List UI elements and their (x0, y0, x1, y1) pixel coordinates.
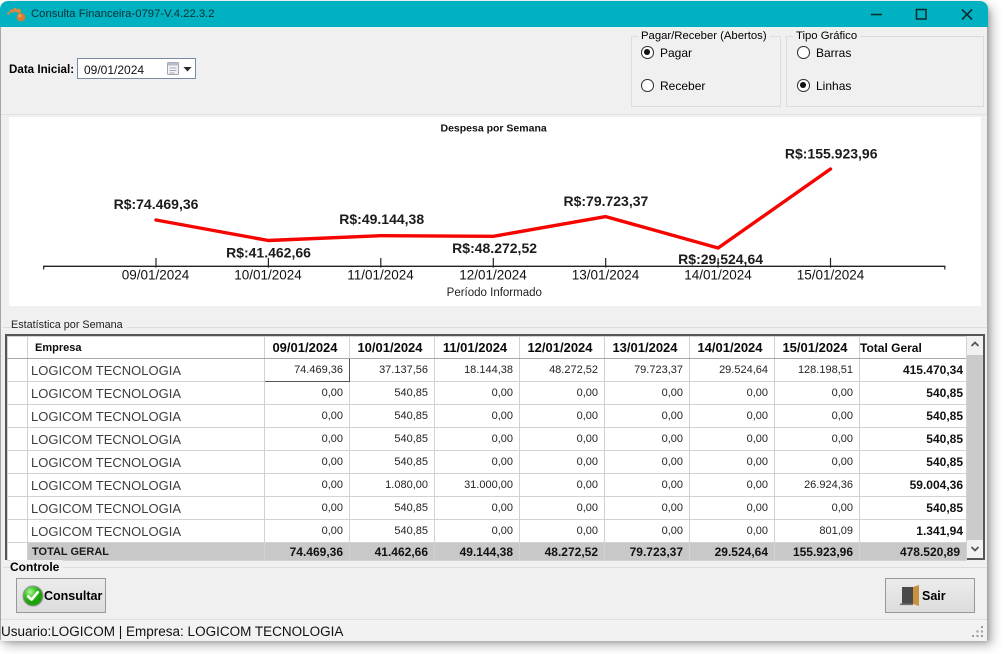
svg-text:R$:155.923,96: R$:155.923,96 (785, 145, 878, 161)
svg-text:09/01/2024: 09/01/2024 (122, 268, 190, 283)
svg-text:14/01/2024: 14/01/2024 (684, 268, 752, 283)
svg-text:R$:49.144,38: R$:49.144,38 (339, 211, 424, 227)
svg-text:R$:29.524,64: R$:29.524,64 (678, 251, 763, 267)
svg-text:R$:74.469,36: R$:74.469,36 (114, 196, 199, 212)
svg-text:13/01/2024: 13/01/2024 (572, 268, 640, 283)
svg-text:R$:79.723,37: R$:79.723,37 (563, 193, 648, 209)
svg-text:Despesa por Semana: Despesa por Semana (440, 123, 546, 135)
svg-text:Período Informado: Período Informado (447, 287, 542, 299)
svg-text:11/01/2024: 11/01/2024 (347, 268, 414, 283)
svg-text:10/01/2024: 10/01/2024 (234, 268, 302, 283)
svg-text:R$:41.462,66: R$:41.462,66 (226, 245, 311, 261)
svg-text:12/01/2024: 12/01/2024 (459, 268, 527, 283)
svg-text:15/01/2024: 15/01/2024 (797, 268, 865, 283)
svg-text:R$:48.272,52: R$:48.272,52 (452, 240, 537, 256)
